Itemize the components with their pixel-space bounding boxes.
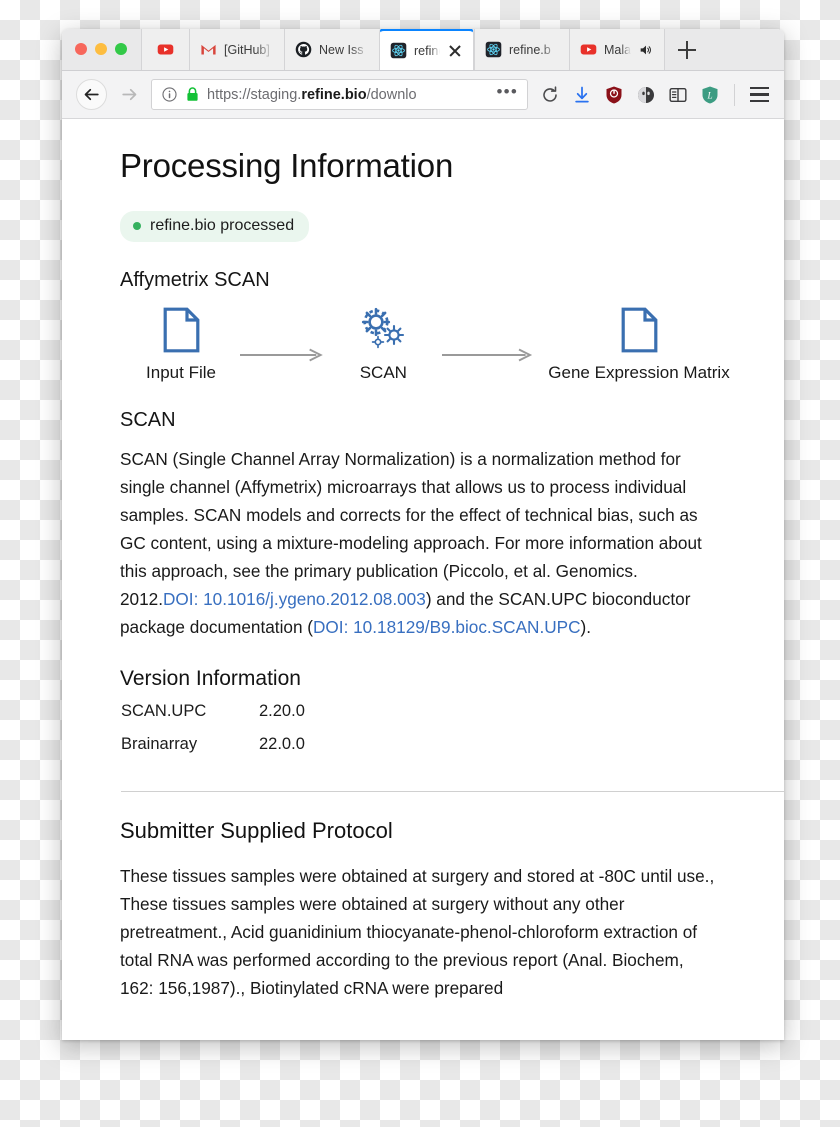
- ublock-origin-button[interactable]: [601, 82, 627, 108]
- status-dot-icon: [133, 222, 141, 230]
- file-icon-wrap: [621, 306, 658, 354]
- tab-github-mail[interactable]: [GitHub]: [189, 29, 284, 70]
- pipeline-node-label: SCAN: [359, 363, 407, 382]
- refinebio-icon: [485, 41, 502, 58]
- browser-menu-button[interactable]: [746, 82, 772, 108]
- pipeline-node-gene-expression-matrix: Gene Expression Matrix: [534, 306, 744, 383]
- arrow-right-icon: [240, 348, 323, 362]
- ublock-origin-icon: [606, 86, 622, 103]
- arrow-right-icon: [121, 88, 136, 101]
- page-info-icon[interactable]: [161, 86, 178, 103]
- navigation-toolbar: https://staging.refine.bio/downlo ••• L: [62, 71, 784, 119]
- tab-label: [GitHub]: [224, 42, 270, 57]
- minimize-window-button[interactable]: [95, 43, 107, 55]
- scan-text-part-3: ).: [580, 617, 592, 638]
- browser-window: [GitHub] New Iss refine: [62, 29, 784, 1040]
- reload-button[interactable]: [537, 82, 563, 108]
- maximize-window-button[interactable]: [115, 43, 127, 55]
- svg-text:L: L: [706, 90, 712, 100]
- scan-doi-link-1[interactable]: DOI: 10.1016/j.ygeno.2012.08.003: [163, 589, 426, 609]
- gmail-icon: [201, 44, 216, 55]
- tab-label: Mala: [604, 42, 631, 57]
- reader-view-button[interactable]: [665, 82, 691, 108]
- protocol-heading: Submitter Supplied Protocol: [120, 817, 393, 843]
- page-title: Processing Information: [120, 147, 454, 184]
- version-value: 2.20.0: [259, 702, 305, 721]
- page-actions-icon[interactable]: •••: [497, 83, 518, 102]
- tab-label: refine.b: [509, 42, 551, 57]
- grammarly-button[interactable]: L: [697, 82, 723, 108]
- url-bar[interactable]: https://staging.refine.bio/downlo •••: [151, 79, 528, 110]
- pipeline-arrow-2: [442, 306, 534, 364]
- reload-icon: [543, 85, 557, 102]
- grammarly-icon: L: [702, 86, 718, 103]
- lock-icon: [187, 87, 198, 101]
- status-badge-label: refine.bio processed: [150, 217, 295, 234]
- scan-heading: SCAN: [120, 409, 176, 431]
- back-button[interactable]: [76, 79, 107, 110]
- version-name: SCAN.UPC: [121, 702, 207, 721]
- file-icon: [621, 307, 657, 353]
- version-name: Brainarray: [121, 734, 198, 753]
- page-content: Processing Information refine.bio proces…: [62, 119, 784, 1040]
- refinebio-icon: [390, 42, 407, 59]
- pipeline-node-label: Gene Expression Matrix: [548, 363, 730, 382]
- protocol-text: These tissues samples were obtained at s…: [120, 865, 715, 998]
- gears-icon-wrap: [357, 306, 409, 354]
- status-badge: refine.bio processed: [120, 211, 310, 242]
- tab-label: New Iss: [319, 42, 364, 57]
- close-window-button[interactable]: [75, 43, 87, 55]
- downloads-icon: [575, 86, 589, 103]
- menu-bar-1: [749, 87, 769, 90]
- menu-bar-3: [749, 99, 769, 102]
- tab-refine-bio-active[interactable]: refine: [379, 29, 474, 70]
- new-tab-button[interactable]: [664, 29, 708, 70]
- toolbar-separator: [734, 83, 735, 106]
- menu-bar-2: [749, 93, 769, 96]
- speaker-playing-icon[interactable]: [638, 42, 654, 58]
- url-text: https://staging.refine.bio/downlo: [207, 86, 417, 103]
- tab-label: refine: [414, 43, 440, 58]
- plus-icon: [677, 40, 696, 59]
- scan-text-part-1: SCAN (Single Channel Array Normalization…: [120, 449, 702, 610]
- close-tab-icon[interactable]: [447, 43, 463, 59]
- version-information-heading: Version Information: [120, 667, 301, 691]
- privacy-badger-button[interactable]: [633, 82, 659, 108]
- gears-icon: [362, 307, 405, 349]
- scan-description: SCAN (Single Channel Array Normalization…: [120, 445, 720, 641]
- pipeline-diagram: Input File SCAN Gene Expression Matrix: [120, 306, 744, 383]
- pipeline-heading: Affymetrix SCAN: [120, 269, 270, 291]
- table-row: SCAN.UPC 2.20.0: [121, 695, 305, 728]
- pipeline-node-input-file: Input File: [122, 306, 240, 383]
- tab-youtube-1[interactable]: [141, 29, 189, 70]
- arrow-right-icon: [442, 348, 533, 362]
- pipeline-node-label: Input File: [146, 363, 216, 382]
- forward-button[interactable]: [116, 82, 142, 108]
- tab-github-new-issue[interactable]: New Iss: [284, 29, 379, 70]
- reader-view-icon: [669, 87, 687, 102]
- tab-strip: [GitHub] New Iss refine: [62, 29, 784, 71]
- tab-refine-bio-2[interactable]: refine.b: [474, 29, 569, 70]
- section-divider: [121, 790, 784, 792]
- version-value: 22.0.0: [259, 734, 305, 753]
- version-table: SCAN.UPC 2.20.0 Brainarray 22.0.0: [121, 695, 305, 761]
- arrow-left-icon: [84, 88, 99, 101]
- pipeline-node-scan: SCAN: [324, 306, 442, 383]
- youtube-icon: [580, 44, 597, 55]
- file-icon: [163, 307, 199, 353]
- privacy-badger-icon: [638, 86, 654, 103]
- downloads-button[interactable]: [569, 82, 595, 108]
- github-icon: [295, 41, 312, 58]
- window-traffic-lights: [62, 29, 141, 70]
- file-icon-wrap: [163, 306, 200, 354]
- youtube-icon: [157, 44, 174, 55]
- pipeline-arrow-1: [240, 306, 324, 364]
- tab-youtube-2[interactable]: Mala: [569, 29, 664, 70]
- toolbar-icons: L: [537, 82, 772, 108]
- table-row: Brainarray 22.0.0: [121, 728, 305, 761]
- scan-doi-link-2[interactable]: DOI: 10.18129/B9.bioc.SCAN.UPC: [313, 617, 581, 637]
